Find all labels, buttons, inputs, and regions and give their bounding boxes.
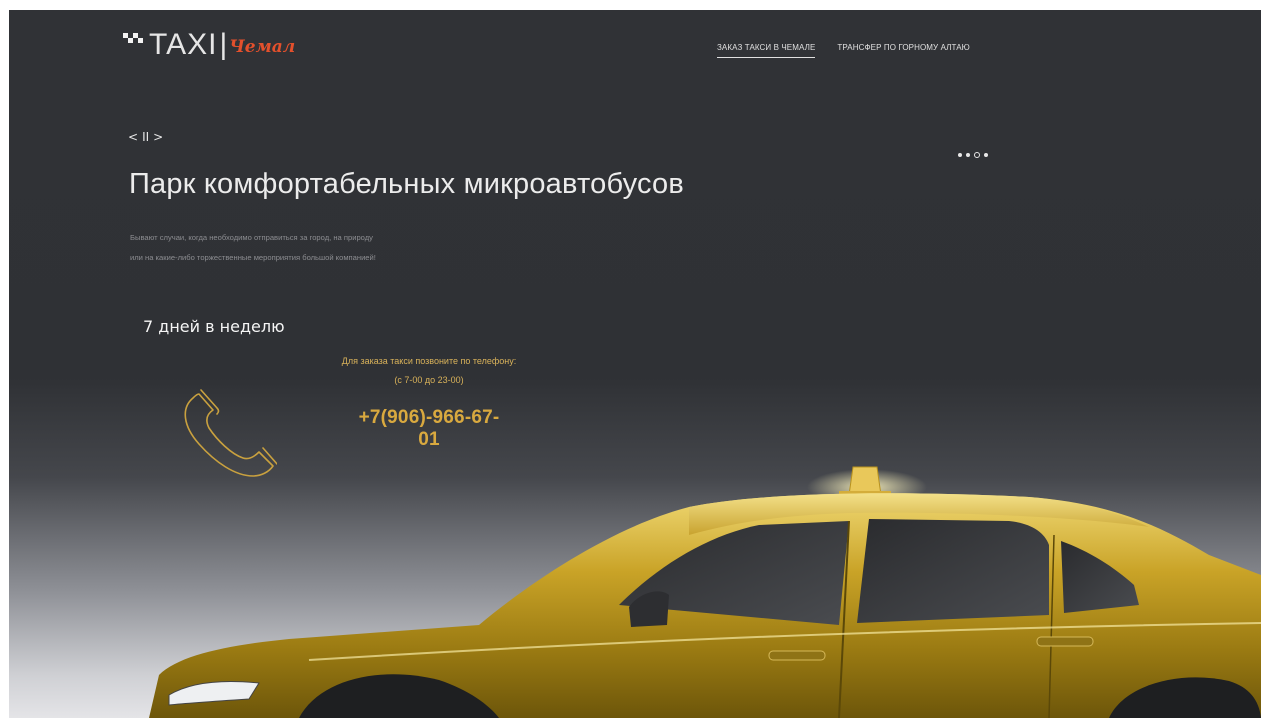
- slider-pagination: [958, 152, 988, 158]
- call-hours: (с 7-00 до 23-00): [394, 375, 464, 385]
- slider-pause-button[interactable]: II: [142, 130, 149, 144]
- slider-controls: < II >: [128, 130, 163, 144]
- taxi-car-image: [149, 466, 1261, 718]
- nav-item-transfer-altai[interactable]: ТРАНСФЕР ПО ГОРНОМУ АЛТАЮ: [837, 43, 969, 58]
- slider-dot[interactable]: [958, 153, 962, 157]
- call-instruction-line: Для заказа такси позвоните по телефону:: [341, 356, 517, 366]
- schedule-days: 7 дней в неделю: [143, 317, 285, 336]
- main-nav: ЗАКАЗ ТАКСИ В ЧЕМАЛЕ ТРАНСФЕР ПО ГОРНОМУ…: [717, 43, 970, 58]
- call-instructions: Для заказа такси позвоните по телефону: …: [279, 352, 579, 390]
- slider-prev-button[interactable]: <: [128, 130, 138, 144]
- nav-item-taxi-chemal[interactable]: ЗАКАЗ ТАКСИ В ЧЕМАЛЕ: [717, 43, 816, 58]
- hero-title: Парк комфортабельных микроавтобусов: [129, 168, 684, 200]
- hero-description-line: Бывают случаи, когда необходимо отправит…: [130, 233, 373, 242]
- site-logo[interactable]: TAXI | Чемал: [123, 28, 295, 62]
- phone-number-link[interactable]: +7(906)-966-67-01: [349, 407, 509, 451]
- logo-city-text: Чемал: [229, 37, 296, 57]
- hero-section: TAXI | Чемал ЗАКАЗ ТАКСИ В ЧЕМАЛЕ ТРАНСФ…: [9, 10, 1261, 718]
- hero-description: Бывают случаи, когда необходимо отправит…: [130, 228, 560, 268]
- logo-separator: |: [219, 28, 228, 61]
- checker-logo-icon: [123, 33, 145, 45]
- logo-taxi-text: TAXI: [149, 28, 218, 61]
- slider-dot[interactable]: [966, 153, 970, 157]
- slider-dot[interactable]: [984, 153, 988, 157]
- slider-dot-active[interactable]: [974, 152, 980, 158]
- slider-next-button[interactable]: >: [153, 130, 163, 144]
- hero-description-line: или на какие-либо торжественные мероприя…: [130, 253, 376, 262]
